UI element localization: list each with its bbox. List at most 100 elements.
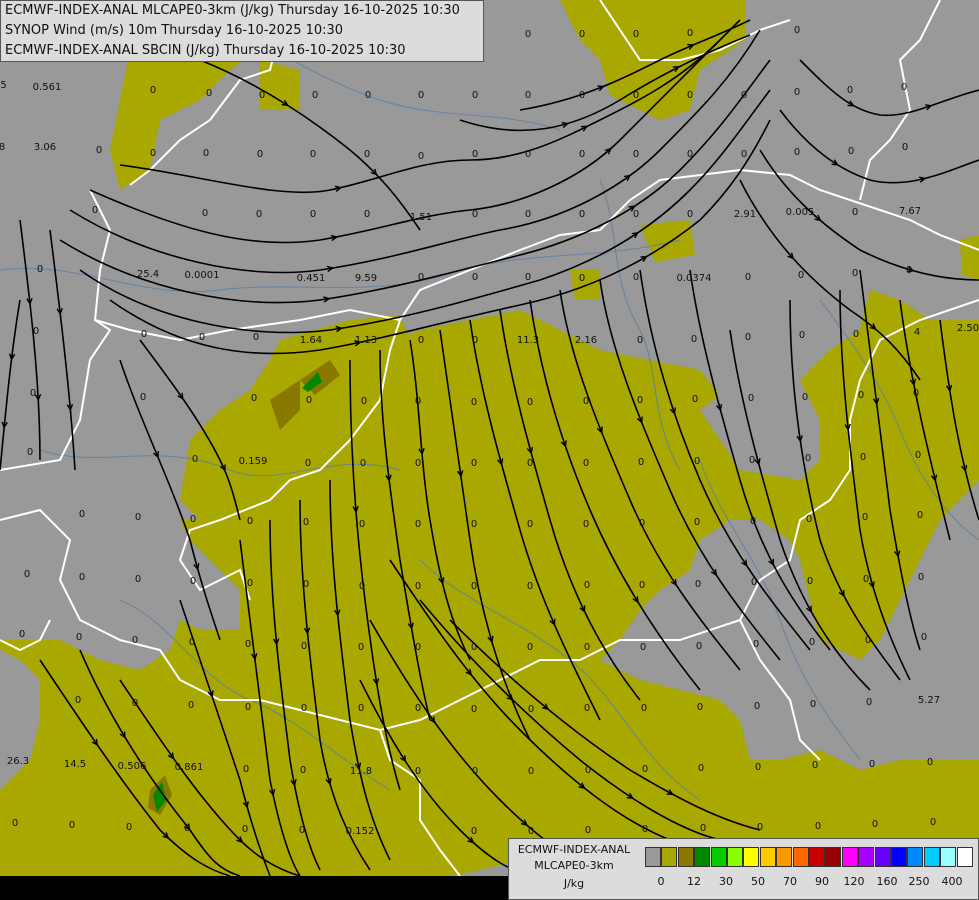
cin-value-label: 0: [579, 209, 585, 220]
cin-value-label: 0.861: [175, 762, 204, 773]
cin-value-label: 0: [579, 29, 585, 40]
cin-value-label: 0: [901, 82, 907, 93]
cin-value-label: 0: [584, 580, 590, 591]
cin-value-label: 0: [525, 149, 531, 160]
cin-value-label: 0: [749, 455, 755, 466]
cin-value-label: 0: [305, 458, 311, 469]
cin-value-label: 0: [579, 273, 585, 284]
map-title-box: ECMWF-INDEX-ANAL MLCAPE0-3km (J/kg) Thur…: [0, 0, 484, 62]
cin-value-label: 0: [687, 28, 693, 39]
cin-value-label: 0: [637, 395, 643, 406]
cin-value-label: 0: [303, 517, 309, 528]
cin-value-label: 0: [251, 393, 257, 404]
cin-value-label: 0: [528, 826, 534, 837]
cin-value-label: 0: [700, 823, 706, 834]
legend-swatch: [677, 847, 694, 867]
cin-value-label: 0: [527, 458, 533, 469]
cin-value-label: 0: [639, 518, 645, 529]
cin-value-label: 0: [858, 390, 864, 401]
cin-value-label: 0: [19, 629, 25, 640]
cin-value-label: 0: [753, 639, 759, 650]
cin-value-label: 0: [696, 641, 702, 652]
legend-swatch: [809, 847, 825, 867]
cin-value-label: 0: [585, 765, 591, 776]
cin-value-label: 0: [79, 572, 85, 583]
cin-value-label: 0: [639, 580, 645, 591]
cin-value-label: 0: [76, 632, 82, 643]
cin-value-label: 0: [415, 703, 421, 714]
weather-map: 0.561 3.06 .5 8 0 0 0 0 0 0 0 0 0 0 0 0 0 0 0 0 0 0 0 0 0 0 0 0 0 0 0 0…: [0, 0, 979, 900]
cin-value-label: 0: [583, 519, 589, 530]
cin-value-label: 0: [794, 25, 800, 36]
legend-swatch: [710, 847, 727, 867]
legend-swatch: [907, 847, 924, 867]
cin-value-label: 0: [364, 209, 370, 220]
cin-value-label: 0: [745, 332, 751, 343]
cin-value-label: 0: [745, 272, 751, 283]
cin-value-label: 0: [637, 335, 643, 346]
cin-value-label: 0: [527, 581, 533, 592]
cin-value-label: 0: [300, 765, 306, 776]
cin-value-label: 0: [247, 578, 253, 589]
cin-value-label: 0: [257, 149, 263, 160]
cin-value-label: 0: [869, 759, 875, 770]
cin-value-label: .5: [0, 80, 7, 91]
cin-value-label: 0: [751, 577, 757, 588]
legend-swatch: [841, 847, 858, 867]
cin-value-label: 0: [69, 820, 75, 831]
cin-value-label: 0: [242, 824, 248, 835]
cin-value-label: 0: [633, 29, 639, 40]
cin-value-label: 0: [140, 392, 146, 403]
legend-swatch: [923, 847, 940, 867]
cin-value-label: 0: [584, 642, 590, 653]
cin-value-label: 0: [641, 703, 647, 714]
cin-value-label: 0: [243, 764, 249, 775]
cin-value-label: 0: [633, 149, 639, 160]
cin-value-label: 0: [310, 149, 316, 160]
cin-value-label: 0: [471, 704, 477, 715]
cin-value-label: 0: [472, 272, 478, 283]
cin-value-label: 0: [415, 396, 421, 407]
cin-value-label: 0: [247, 516, 253, 527]
cin-value-label: 0: [471, 458, 477, 469]
cin-value-label: 0: [33, 326, 39, 337]
cin-value-label: 0: [472, 335, 478, 346]
cin-value-label: 0: [694, 517, 700, 528]
cin-value-label: 0: [79, 509, 85, 520]
legend-tick-label: 70: [783, 875, 797, 888]
cin-value-label: 0: [472, 90, 478, 101]
cin-value-label: 0: [75, 695, 81, 706]
cin-value-label: 0: [794, 87, 800, 98]
cin-value-label: 0.005: [786, 207, 815, 218]
cin-value-label: 0: [691, 334, 697, 345]
cin-value-label: 0: [642, 824, 648, 835]
legend-tick-label: 400: [941, 875, 963, 888]
cin-value-label: 0: [860, 452, 866, 463]
cin-value-label: 0: [30, 388, 36, 399]
cin-value-label: 0: [527, 642, 533, 653]
cin-value-label: 4: [914, 327, 920, 338]
cin-value-label: 5.27: [918, 695, 940, 706]
cin-value-label: 0: [202, 208, 208, 219]
cin-value-label: 0: [525, 90, 531, 101]
legend-swatch: [743, 847, 760, 867]
cin-value-label: 0.0001: [185, 270, 220, 281]
cin-value-label: 0: [697, 702, 703, 713]
cin-value-label: 0: [757, 822, 763, 833]
cin-value-label: 0: [12, 818, 18, 829]
legend-swatch: [776, 847, 793, 867]
legend-swatch: [825, 847, 842, 867]
cin-value-label: 0: [132, 635, 138, 646]
cin-value-label: 0: [906, 265, 912, 276]
cin-value-label: 0: [471, 642, 477, 653]
legend-swatch: [858, 847, 875, 867]
cin-value-label: 0: [301, 641, 307, 652]
cin-value-label: 2.91: [734, 209, 756, 220]
legend-tick-label: 0: [657, 875, 665, 888]
cin-value-label: 14.5: [64, 759, 86, 770]
cin-value-label: 0: [472, 766, 478, 777]
cin-value-label: 0: [806, 514, 812, 525]
cin-value-label: 0: [418, 90, 424, 101]
cin-value-label: 0.561: [33, 82, 62, 93]
legend-swatch: [661, 847, 678, 867]
